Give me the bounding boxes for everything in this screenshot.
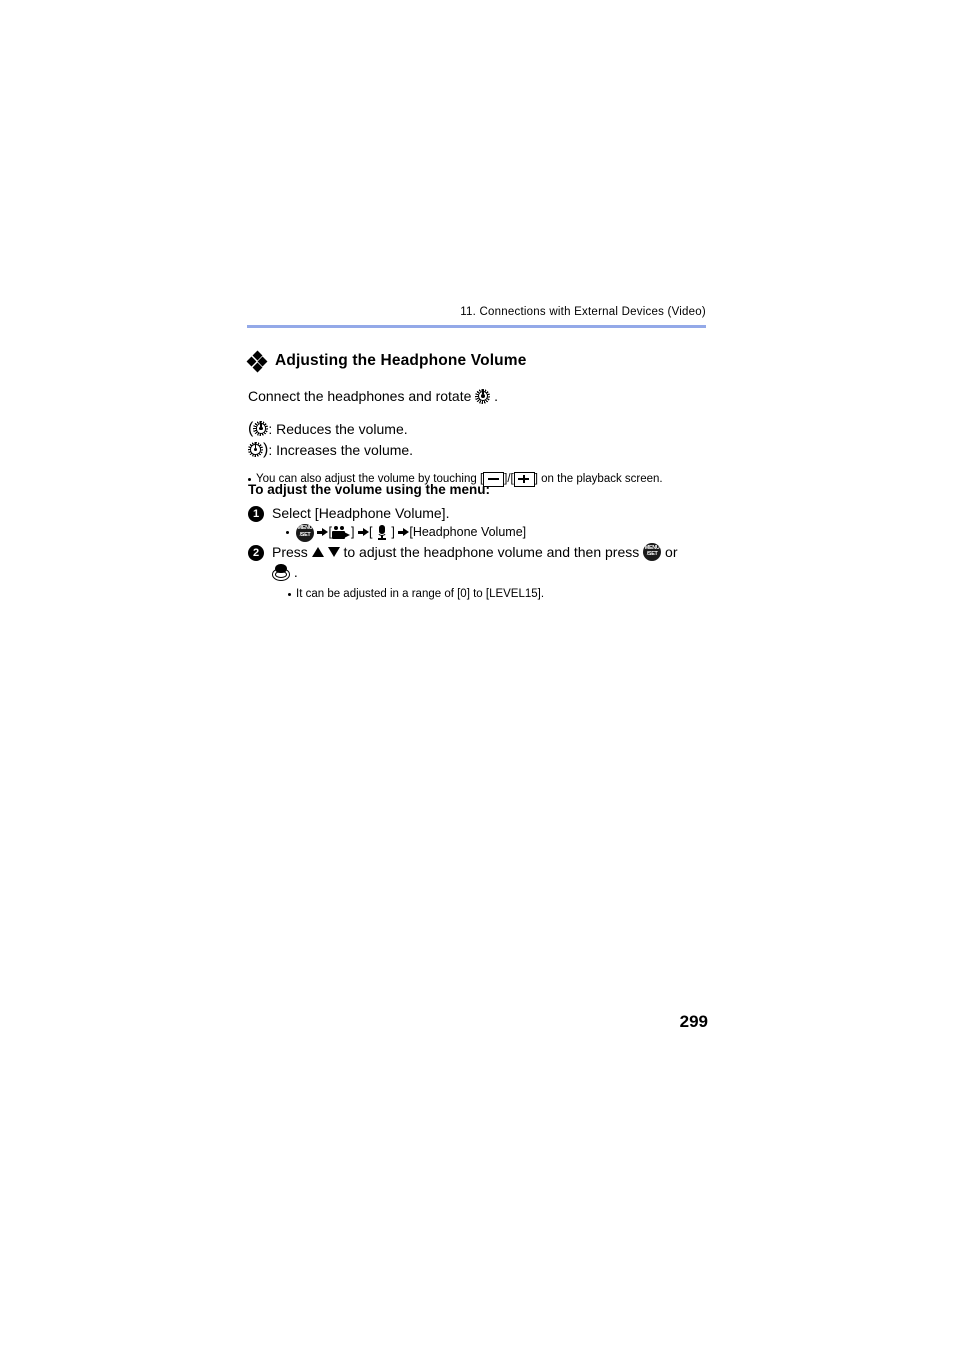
rear-dial-right-icon [248, 442, 263, 457]
triangle-up-icon [311, 547, 324, 557]
arrow-right-icon [357, 527, 369, 538]
menu-subheading: To adjust the volume using the menu: [248, 482, 491, 497]
touch-note-suffix: ] on the playback screen. [534, 473, 663, 485]
header-chapter-title: 11. Connections with External Devices (V… [460, 306, 706, 318]
arrow-right-icon [398, 527, 410, 538]
page-number: 299 [679, 1012, 708, 1031]
connect-instruction: Connect the headphones and rotate . [248, 386, 718, 406]
step-2-note-text: It can be adjusted in a range of [0] to … [296, 588, 545, 600]
touch-note-separator: ]/[ [504, 473, 514, 485]
menu-path: MENU/SET [ ] [] [Headphone Volume] [286, 523, 718, 542]
header-divider [247, 325, 706, 328]
step-2: 2 Press to adjust the headphone volume a… [248, 542, 718, 602]
video-camera-icon [331, 525, 351, 540]
step-2-number: 2 [248, 545, 264, 561]
page-header: 11. Connections with External Devices (V… [247, 305, 706, 328]
page-title: Adjusting the Headphone Volume [275, 352, 527, 369]
manual-page: 11. Connections with External Devices (V… [0, 0, 954, 1348]
menu-set-icon: MENU/SET [643, 543, 662, 561]
menu-set-icon: MENU/SET [296, 523, 314, 542]
step-1-body: Select [Headphone Volume]. MENU/SET [ ] [272, 503, 718, 542]
step-1-text: Select [Headphone Volume]. [272, 505, 450, 521]
joystick-icon [272, 563, 290, 581]
steps-list: 1 Select [Headphone Volume]. MENU/SET [ … [248, 503, 718, 602]
rear-dial-left-icon [253, 421, 269, 436]
rear-dial-icon [475, 388, 491, 404]
step-2-period: . [290, 564, 298, 580]
connect-instruction-suffix: . [490, 388, 499, 404]
arrow-right-icon [317, 527, 329, 538]
step-1: 1 Select [Headphone Volume]. MENU/SET [ … [248, 503, 718, 542]
menu-path-target: [Headphone Volume] [409, 525, 527, 539]
plus-button-icon [513, 471, 535, 487]
step-2-text-before: Press [272, 544, 312, 560]
reduce-volume-label: : Reduces the volume. [268, 420, 408, 437]
section-heading: Adjusting the Headphone Volume [246, 350, 527, 373]
diamond-cluster-icon [246, 350, 268, 373]
step-2-text-or: or [661, 544, 678, 560]
microphone-icon [376, 524, 388, 541]
step-2-note: It can be adjusted in a range of [0] to … [288, 586, 718, 602]
body-content: Connect the headphones and rotate . ( : … [248, 386, 718, 487]
connect-instruction-prefix: Connect the headphones and rotate [248, 388, 476, 404]
step-1-number: 1 [248, 506, 264, 522]
bullet-dot-icon [286, 531, 289, 534]
